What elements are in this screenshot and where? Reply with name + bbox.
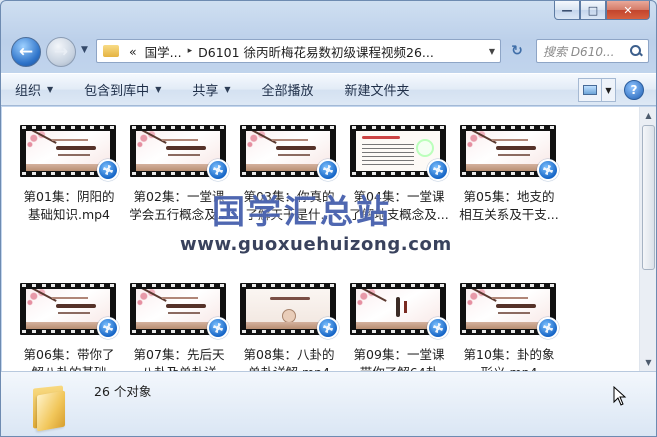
view-thumbnails-icon [583, 85, 597, 95]
file-name-line1: 第01集：阴阳的 [23, 189, 115, 204]
forward-button[interactable]: → [46, 37, 76, 67]
file-item[interactable]: 第05集：地支的 相互关系及干支... [457, 107, 561, 227]
item-count: 26 个对象 [94, 384, 152, 399]
share-menu[interactable]: 共享 ▼ [192, 80, 230, 99]
chevron-down-icon: ▼ [47, 85, 54, 94]
video-thumbnail[interactable] [350, 283, 449, 343]
mouse-cursor-icon [613, 386, 627, 406]
change-view-button[interactable] [578, 78, 602, 102]
organize-label: 组织 [15, 84, 42, 99]
file-item[interactable]: 第10集：卦的象形义.mp4 [457, 265, 561, 371]
file-name[interactable]: 第05集：地支的 相互关系及干支... [457, 188, 561, 224]
media-player-icon [317, 317, 339, 339]
address-bar[interactable]: « 国学... ▸ D6101 徐丙昕梅花易数初级课程视频26... ▼ [96, 39, 501, 63]
watermark-text: 国学汇总站 [212, 192, 392, 231]
media-player-icon [97, 317, 119, 339]
scroll-thumb[interactable] [642, 125, 655, 270]
chevron-down-icon: ▼ [224, 85, 231, 94]
refresh-button[interactable]: ↻ [505, 39, 529, 63]
media-player-icon [97, 159, 119, 181]
address-dropdown-button[interactable]: ▼ [484, 40, 500, 62]
video-thumbnail[interactable] [130, 283, 229, 343]
folder-icon [31, 383, 67, 432]
share-label: 共享 [192, 84, 219, 99]
file-name-line2: 八卦及单卦详 [127, 364, 231, 371]
file-name-line1: 第06集：带你了 [23, 347, 115, 362]
search-input[interactable]: 搜索 D610... [536, 39, 649, 63]
search-placeholder: 搜索 D610... [543, 44, 615, 59]
file-name[interactable]: 第06集：带你了解八卦的基础 [17, 346, 121, 371]
toolbar-right: ▼ ? [578, 78, 644, 102]
help-button[interactable]: ? [624, 80, 644, 100]
media-player-icon [207, 159, 229, 181]
media-player-icon [427, 317, 449, 339]
navigation-bar: ← → ▼ « 国学... ▸ D6101 徐丙昕梅花易数初级课程视频26...… [1, 31, 656, 67]
maximize-button[interactable]: □ [580, 1, 606, 20]
file-item[interactable]: 第07集：先后天八卦及单卦详 [127, 265, 231, 371]
recent-pages-dropdown[interactable]: ▼ [81, 45, 88, 55]
breadcrumb-separator-icon[interactable]: ▸ [186, 46, 195, 56]
file-name[interactable]: 第07集：先后天八卦及单卦详 [127, 346, 231, 371]
media-player-icon [537, 159, 559, 181]
file-item[interactable]: 第01集：阴阳的 基础知识.mp4 [17, 107, 121, 227]
play-all-button[interactable]: 全部播放 [262, 80, 314, 99]
video-thumbnail[interactable] [20, 283, 119, 343]
new-folder-label: 新建文件夹 [344, 84, 410, 99]
file-name-line1: 第08集：八卦的 [243, 347, 335, 362]
watermark-url: www.guoxuehuizong.com [180, 234, 452, 255]
file-name[interactable]: 第08集：八卦的单卦详解.mp4 [237, 346, 341, 371]
video-thumbnail[interactable] [350, 125, 449, 185]
minimize-button[interactable]: — [554, 1, 580, 20]
play-all-label: 全部播放 [261, 84, 314, 99]
video-thumbnail[interactable] [20, 125, 119, 185]
search-icon[interactable] [630, 45, 642, 57]
media-player-icon [427, 159, 449, 181]
breadcrumb-current[interactable]: D6101 徐丙昕梅花易数初级课程视频26... [194, 42, 438, 61]
file-name-line1: 第09集：一堂课 [353, 347, 445, 362]
file-name-line2: 基础知识.mp4 [27, 207, 111, 222]
file-name-line2: 形义.mp4 [457, 364, 561, 371]
video-thumbnail[interactable] [130, 125, 229, 185]
file-item[interactable]: 第08集：八卦的单卦详解.mp4 [237, 265, 341, 371]
file-name-line2: 相互关系及干支... [459, 207, 559, 222]
folder-icon [103, 45, 119, 57]
explorer-window: — □ ✕ ← → ▼ « 国学... ▸ D6101 徐丙昕梅花易数初级课程视… [0, 0, 657, 437]
vertical-scrollbar[interactable]: ▲ ▼ [639, 107, 656, 371]
scroll-up-button[interactable]: ▲ [640, 107, 656, 124]
view-options-dropdown[interactable]: ▼ [602, 78, 616, 102]
file-name[interactable]: 第09集：一堂课带你了解64卦 [347, 346, 451, 371]
file-name-line1: 第10集：卦的象 [463, 347, 555, 362]
close-button[interactable]: ✕ [606, 1, 650, 20]
media-player-icon [207, 317, 229, 339]
details-pane: 26 个对象 [1, 371, 656, 436]
file-item[interactable]: 第09集：一堂课带你了解64卦 [347, 265, 451, 371]
include-in-library-label: 包含到库中 [84, 84, 150, 99]
file-list[interactable]: 第01集：阴阳的 基础知识.mp4 第02集：一堂课 学会五行概念及... 第03集：你… [2, 107, 639, 371]
caption-buttons: — □ ✕ [554, 1, 650, 20]
include-in-library-menu[interactable]: 包含到库中 ▼ [84, 80, 161, 99]
breadcrumb-parent[interactable]: 国学... [141, 42, 186, 61]
file-item[interactable]: 第06集：带你了解八卦的基础 [17, 265, 121, 371]
media-player-icon [317, 159, 339, 181]
file-name-line1: 第05集：地支的 [463, 189, 555, 204]
back-button[interactable]: ← [11, 37, 41, 67]
address-overflow-chevron[interactable]: « [125, 44, 141, 59]
organize-menu[interactable]: 组织 ▼ [15, 80, 53, 99]
new-folder-button[interactable]: 新建文件夹 [345, 80, 410, 99]
video-thumbnail[interactable] [240, 125, 339, 185]
video-thumbnail[interactable] [460, 125, 559, 185]
file-name-line1: 第07集：先后天 [133, 347, 225, 362]
file-name-line2: 单卦详解.mp4 [237, 364, 341, 371]
media-player-icon [537, 317, 559, 339]
scroll-down-button[interactable]: ▼ [640, 354, 656, 371]
video-thumbnail[interactable] [460, 283, 559, 343]
video-thumbnail[interactable] [240, 283, 339, 343]
chevron-down-icon: ▼ [155, 85, 162, 94]
command-toolbar: 组织 ▼ 包含到库中 ▼ 共享 ▼ 全部播放 新建文件夹 ▼ ? [1, 73, 656, 106]
file-name[interactable]: 第01集：阴阳的 基础知识.mp4 [17, 188, 121, 224]
file-name-line2: 带你了解64卦 [347, 364, 451, 371]
file-name[interactable]: 第10集：卦的象形义.mp4 [457, 346, 561, 371]
file-name-line2: 解八卦的基础 [17, 364, 121, 371]
